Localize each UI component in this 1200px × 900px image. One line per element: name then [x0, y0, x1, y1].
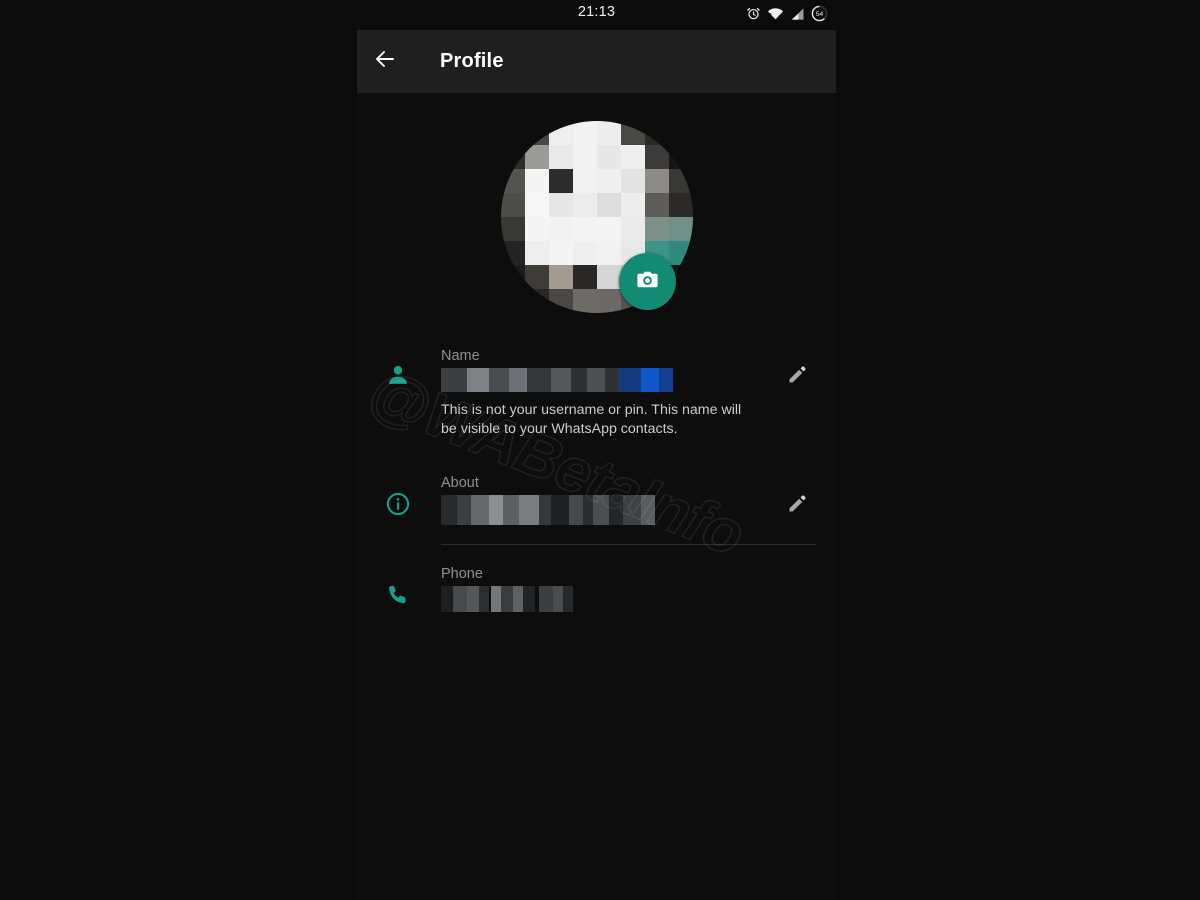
- profile-photo-area: [501, 121, 693, 313]
- mosaic-cell: [549, 217, 573, 241]
- mosaic-cell: [573, 241, 597, 265]
- mosaic-cell: [501, 265, 525, 289]
- battery-icon: 54: [811, 5, 828, 27]
- mosaic-cell: [525, 169, 549, 193]
- mosaic-cell: [573, 193, 597, 217]
- mosaic-cell: [597, 169, 621, 193]
- field-label-name: Name: [441, 348, 480, 364]
- field-hint-name: This is not your username or pin. This n…: [441, 402, 742, 437]
- mosaic-cell: [501, 121, 525, 145]
- mosaic-cell: [621, 121, 645, 145]
- app-bar: Profile: [357, 30, 836, 93]
- person-icon: [379, 360, 417, 390]
- mosaic-cell: [549, 265, 573, 289]
- mosaic-cell: [525, 241, 549, 265]
- mosaic-cell: [597, 241, 621, 265]
- mosaic-cell: [597, 289, 621, 313]
- phone-icon: [379, 580, 417, 610]
- mosaic-cell: [501, 193, 525, 217]
- pencil-icon: [787, 494, 807, 519]
- field-row-about[interactable]: About: [357, 467, 836, 545]
- mosaic-cell: [501, 289, 525, 313]
- page-title: Profile: [440, 50, 504, 72]
- mosaic-cell: [525, 265, 549, 289]
- mosaic-cell: [597, 193, 621, 217]
- mosaic-cell: [669, 121, 693, 145]
- mosaic-cell: [549, 145, 573, 169]
- screenshot-canvas: 21:13 54 Profile @WABetaInfo Name This i…: [0, 0, 1200, 900]
- mosaic-cell: [573, 121, 597, 145]
- mosaic-cell: [501, 169, 525, 193]
- mosaic-cell: [645, 193, 669, 217]
- pencil-icon: [787, 365, 807, 390]
- mosaic-cell: [669, 145, 693, 169]
- mosaic-cell: [669, 193, 693, 217]
- edit-about-button[interactable]: [780, 489, 814, 523]
- battery-level-text: 54: [816, 11, 824, 18]
- mosaic-cell: [597, 217, 621, 241]
- mosaic-cell: [549, 193, 573, 217]
- field-label-phone: Phone: [441, 566, 483, 582]
- mosaic-cell: [549, 121, 573, 145]
- mosaic-cell: [549, 289, 573, 313]
- phone-screen: 21:13 54 Profile @WABetaInfo Name This i…: [357, 0, 836, 900]
- mosaic-cell: [669, 169, 693, 193]
- mosaic-cell: [597, 265, 621, 289]
- camera-icon: [635, 267, 660, 297]
- mosaic-cell: [621, 169, 645, 193]
- alarm-icon: [746, 6, 761, 26]
- mosaic-cell: [573, 265, 597, 289]
- mosaic-cell: [645, 121, 669, 145]
- mosaic-cell: [645, 169, 669, 193]
- back-button[interactable]: [357, 30, 413, 93]
- wifi-icon: [767, 7, 784, 26]
- status-icon-group: 54: [746, 5, 828, 27]
- arrow-left-icon: [373, 47, 397, 76]
- mosaic-cell: [501, 241, 525, 265]
- mosaic-cell: [525, 289, 549, 313]
- signal-icon: [790, 7, 805, 26]
- mosaic-cell: [549, 169, 573, 193]
- divider-about: [441, 544, 816, 545]
- field-value-name[interactable]: [441, 368, 756, 392]
- mosaic-cell: [669, 241, 693, 265]
- mosaic-cell: [645, 145, 669, 169]
- mosaic-cell: [573, 145, 597, 169]
- mosaic-cell: [525, 121, 549, 145]
- mosaic-cell: [549, 241, 573, 265]
- mosaic-cell: [669, 217, 693, 241]
- mosaic-cell: [501, 217, 525, 241]
- field-row-name[interactable]: Name This is not your username or pin. T…: [357, 340, 836, 444]
- mosaic-cell: [525, 217, 549, 241]
- mosaic-cell: [597, 145, 621, 169]
- edit-name-button[interactable]: [780, 360, 814, 394]
- mosaic-cell: [525, 145, 549, 169]
- field-value-about[interactable]: [441, 495, 756, 525]
- mosaic-cell: [621, 193, 645, 217]
- info-icon: [379, 489, 417, 519]
- change-photo-button[interactable]: [619, 253, 676, 310]
- mosaic-cell: [621, 145, 645, 169]
- mosaic-cell: [573, 217, 597, 241]
- status-bar: 21:13 54: [357, 0, 836, 30]
- field-row-phone[interactable]: Phone: [357, 558, 836, 628]
- mosaic-cell: [501, 145, 525, 169]
- mosaic-cell: [573, 169, 597, 193]
- mosaic-cell: [645, 217, 669, 241]
- field-value-phone: [441, 586, 756, 612]
- mosaic-cell: [621, 217, 645, 241]
- mosaic-cell: [573, 289, 597, 313]
- field-label-about: About: [441, 475, 479, 491]
- mosaic-cell: [525, 193, 549, 217]
- mosaic-cell: [597, 121, 621, 145]
